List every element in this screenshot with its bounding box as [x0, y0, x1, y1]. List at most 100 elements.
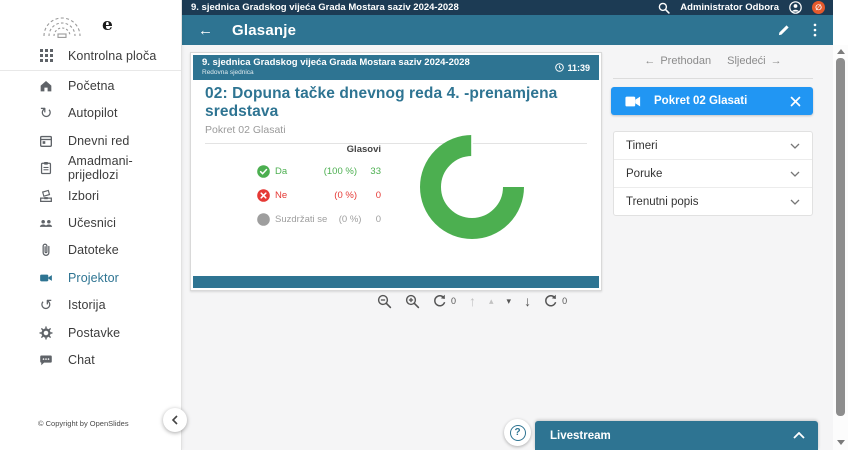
sidebar-item-projektor[interactable]: Projektor — [0, 264, 181, 291]
sidebar-item-label: Kontrolna ploča — [68, 49, 156, 63]
clock-icon — [555, 63, 564, 72]
livestream-bar[interactable]: Livestream — [535, 421, 818, 450]
help-icon: ? — [510, 425, 526, 441]
projector-accordion: Timeri Poruke Trenutni popis — [613, 131, 813, 216]
accordion-row-poruke[interactable]: Poruke — [614, 160, 812, 188]
current-projection-label: Pokret 02 Glasati — [654, 95, 790, 107]
scrollbar-down-arrow[interactable] — [837, 440, 845, 445]
sidebar-collapse-button[interactable] — [163, 408, 187, 432]
paperclip-icon — [37, 241, 55, 259]
sidebar-item-label: Amadmani-prijedlozi — [68, 154, 181, 182]
help-button[interactable]: ? — [504, 419, 531, 446]
chat-icon — [37, 351, 55, 369]
sidebar-divider — [0, 70, 181, 71]
sidebar-item-istorija[interactable]: ↺ Istorija — [0, 292, 181, 319]
slide-navigation: ← Prethodan Sljedeći → — [613, 55, 813, 67]
vote-percent: (0 %) — [315, 190, 357, 201]
vote-percent: (0 %) — [327, 214, 361, 225]
sidebar-item-datoteke[interactable]: Datoteke — [0, 237, 181, 264]
previous-label: Prethodan — [660, 55, 711, 67]
vote-donut-chart — [420, 135, 524, 239]
abstain-circle-icon — [257, 213, 270, 226]
history-icon: ↺ — [37, 296, 55, 314]
accordion-label: Poruke — [626, 168, 662, 180]
sidebar-item-pocetna[interactable]: Početna — [0, 72, 181, 99]
vote-count: 33 — [357, 166, 381, 177]
vote-count: 0 — [361, 214, 381, 225]
scroll-up-icon[interactable]: ↑ — [469, 294, 476, 308]
page-title: Glasanje — [232, 22, 777, 39]
user-menu[interactable]: Administrator Odbora — [680, 2, 779, 13]
gear-icon — [37, 324, 55, 342]
slide-meeting-title: 9. sjednica Gradskog vijeća Grada Mostar… — [202, 58, 555, 69]
organization-logo: e — [30, 7, 155, 43]
scroll-down-icon[interactable]: ↓ — [524, 294, 531, 308]
panel-divider — [613, 78, 813, 79]
current-projection-button[interactable]: Pokret 02 Glasati — [611, 87, 813, 115]
ballot-icon — [37, 187, 55, 205]
projector-preview-card: 9. sjednica Gradskog vijeća Grada Mostar… — [190, 52, 602, 291]
arrow-right-icon: → — [771, 55, 782, 67]
vote-count: 0 — [357, 190, 381, 201]
vote-percent: (100 %) — [315, 166, 357, 177]
slide-meeting-subtitle: Redovna sjednica — [202, 69, 555, 76]
vote-option-label: Da — [275, 166, 315, 177]
next-label: Sljedeći — [727, 55, 766, 67]
sidebar-item-chat[interactable]: Chat — [0, 346, 181, 373]
chevron-down-icon — [790, 199, 800, 205]
projector-controls: 0 ↑ ▴ ▾ ↓ 0 — [377, 291, 567, 311]
user-avatar-badge[interactable]: ∅ — [812, 1, 825, 14]
sidebar-item-amadmani-prijedlozi[interactable]: Amadmani-prijedlozi — [0, 155, 181, 182]
zoom-level-value: 0 — [451, 296, 456, 306]
zoom-in-icon[interactable] — [405, 294, 420, 309]
toolbar-actions — [777, 23, 833, 37]
zoom-reset-icon[interactable]: 0 — [433, 294, 456, 308]
zoom-out-icon[interactable] — [377, 294, 392, 309]
scroll-reset-icon[interactable]: 0 — [544, 294, 567, 308]
accordion-label: Timeri — [626, 140, 658, 152]
arrow-left-icon: ← — [644, 55, 655, 67]
more-vert-icon[interactable] — [813, 23, 817, 37]
meeting-title: 9. sjednica Gradskog vijeća Grada Mostar… — [181, 2, 658, 13]
sidebar-item-label: Učesnici — [68, 216, 116, 230]
edit-pencil-icon[interactable] — [777, 23, 791, 37]
sidebar-item-label: Početna — [68, 79, 115, 93]
accordion-row-trenutni-popis[interactable]: Trenutni popis — [614, 188, 812, 215]
sidebar-item-label: Datoteke — [68, 243, 119, 257]
projector-slide-body: 02: Dopuna tačke dnevnog reda 4. -prenam… — [193, 85, 599, 268]
page-scrollbar-thumb[interactable] — [836, 58, 845, 416]
calendar-icon — [37, 132, 55, 150]
sidebar-item-label: Izbori — [68, 189, 99, 203]
scale-down-icon[interactable]: ▾ — [507, 297, 512, 306]
accordion-row-timeri[interactable]: Timeri — [614, 132, 812, 160]
account-circle-icon[interactable] — [789, 1, 802, 14]
back-arrow-icon[interactable]: ← — [198, 22, 213, 39]
global-headbar: 9. sjednica Gradskog vijeća Grada Mostar… — [181, 0, 833, 15]
sidebar-item-izbori[interactable]: Izbori — [0, 182, 181, 209]
headbar-actions: Administrator Odbora ∅ — [658, 1, 833, 14]
check-circle-icon — [257, 165, 270, 178]
page-toolbar: ← Glasanje — [181, 15, 833, 45]
sidebar-item-postavke[interactable]: Postavke — [0, 319, 181, 346]
cancel-circle-icon — [257, 189, 270, 202]
sidebar-item-label: Chat — [68, 353, 95, 367]
logo-letter: e — [102, 15, 113, 35]
sidebar-item-ucesnici[interactable]: Učesnici — [0, 209, 181, 236]
scale-up-icon[interactable]: ▴ — [489, 297, 494, 306]
sidebar-item-dnevni-red[interactable]: Dnevni red — [0, 127, 181, 154]
vote-row-abstain: Suzdržati se (0 %) 0 — [257, 207, 381, 231]
sidebar-item-kontrolna-ploca[interactable]: Kontrolna ploča — [0, 42, 181, 69]
videocam-icon — [625, 95, 641, 108]
search-icon[interactable] — [658, 2, 670, 14]
sidebar-item-label: Postavke — [68, 326, 120, 340]
scrollbar-up-arrow[interactable] — [837, 49, 845, 54]
chevron-down-icon — [790, 171, 800, 177]
close-icon[interactable] — [790, 96, 801, 107]
vote-option-label: Ne — [275, 190, 315, 201]
sidebar-item-autopilot[interactable]: ↻ Autopilot — [0, 100, 181, 127]
videocam-icon — [37, 269, 55, 287]
previous-slide-button[interactable]: ← Prethodan — [644, 55, 711, 67]
sidebar-nav: Kontrolna ploča Početna ↻ Autopilot Dnev — [0, 42, 181, 374]
chevron-up-icon — [793, 432, 805, 439]
next-slide-button[interactable]: Sljedeći → — [727, 55, 782, 67]
